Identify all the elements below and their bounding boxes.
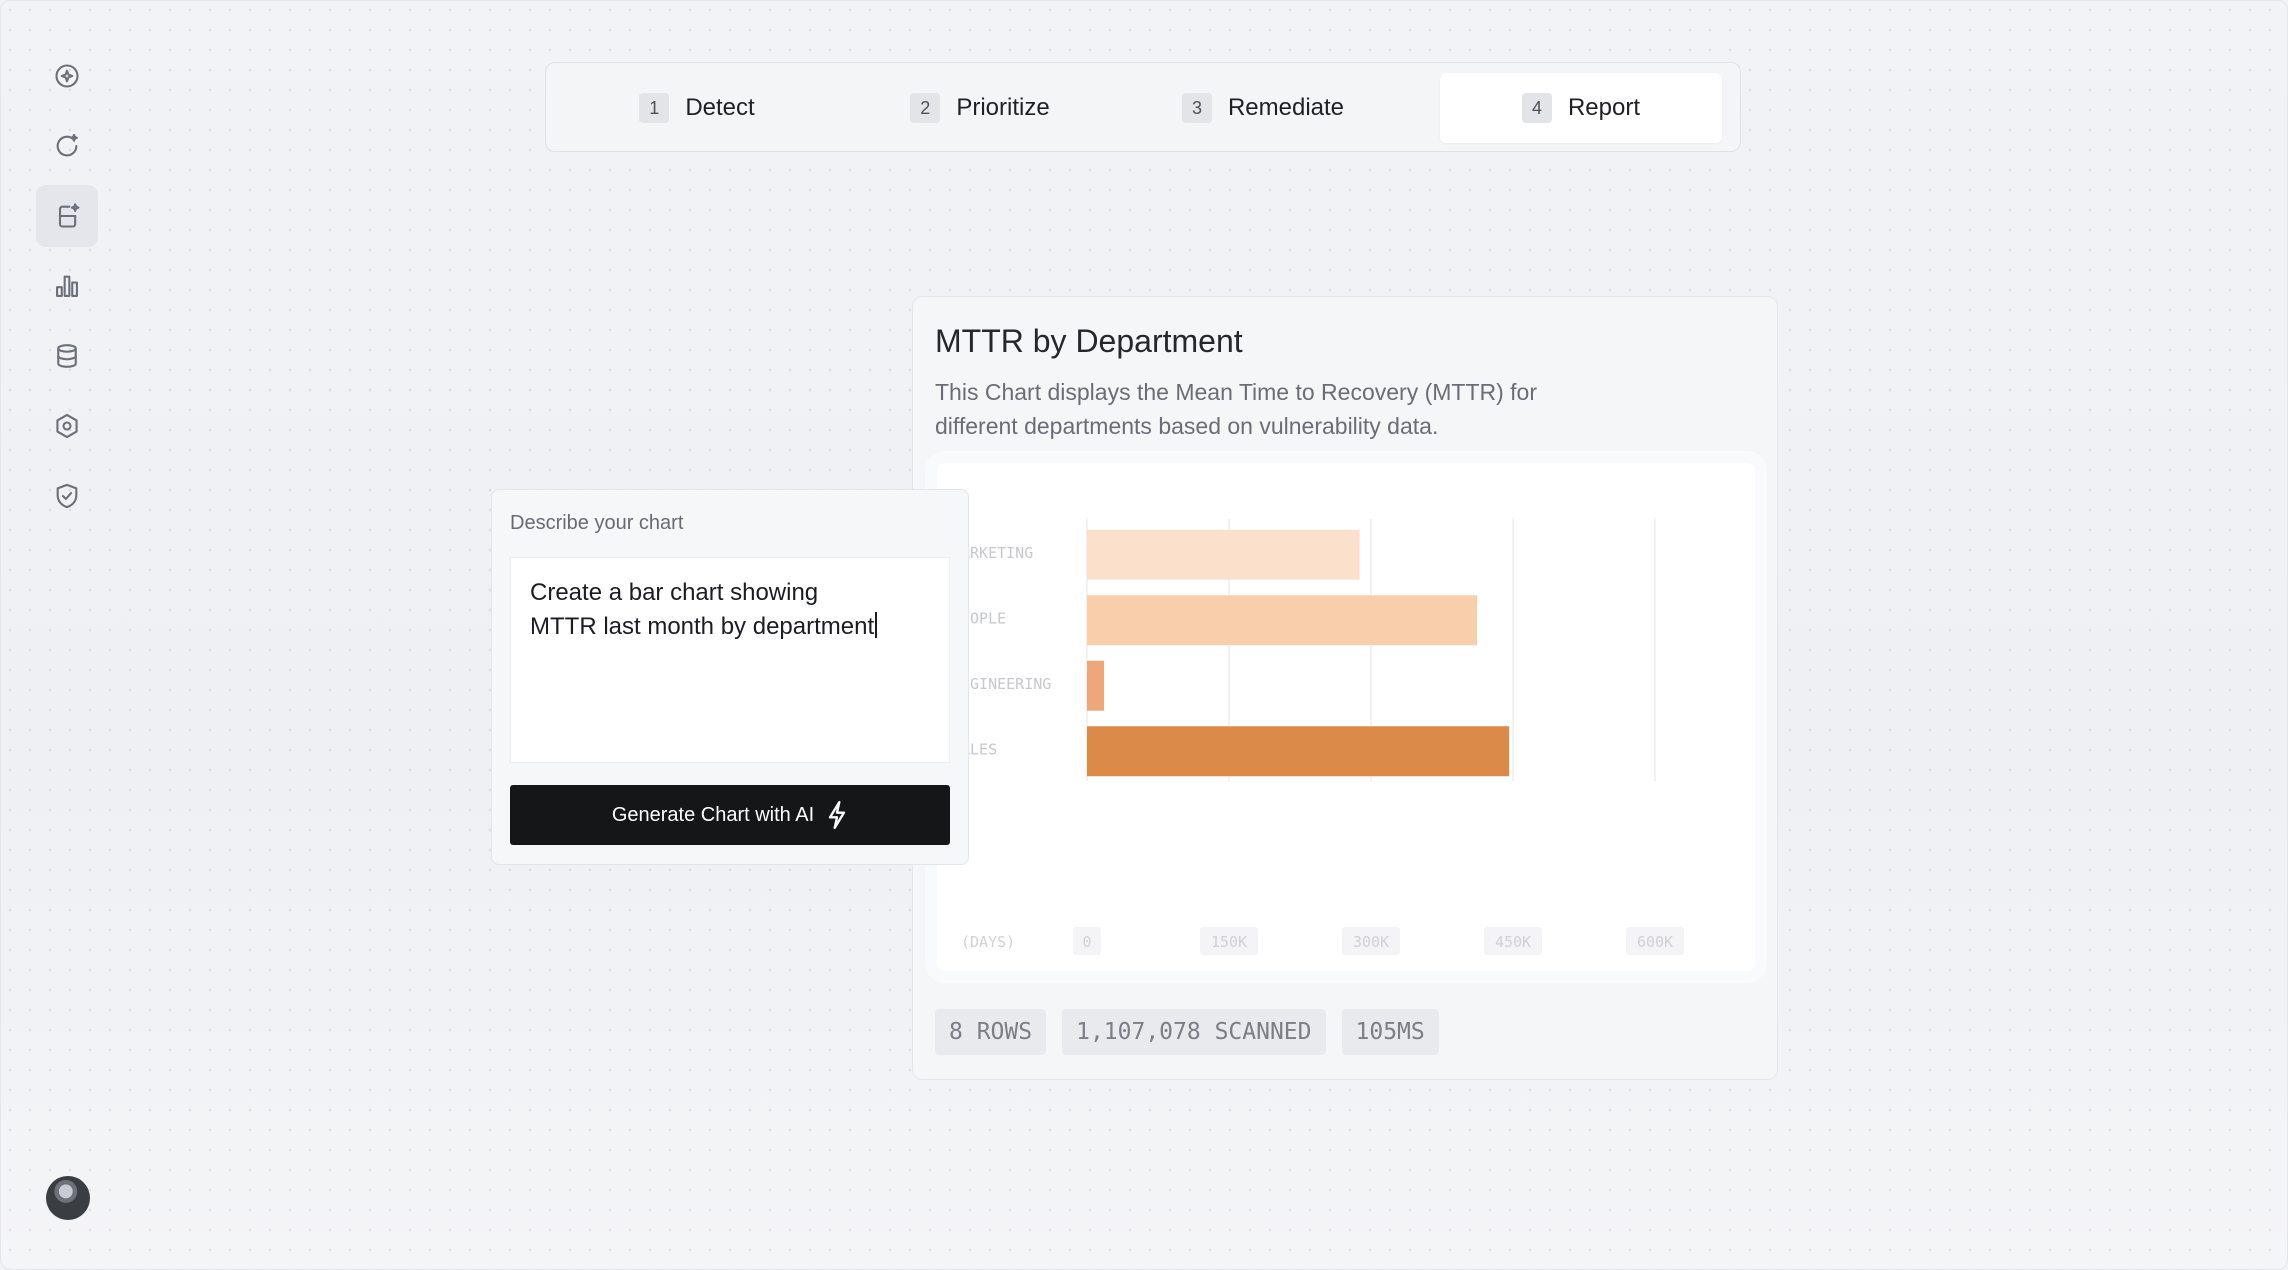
sidebar-item-settings[interactable] <box>36 395 98 457</box>
generate-button-label: Generate Chart with AI <box>611 803 815 826</box>
prompt-text: Create a bar chart showing MTTR last mon… <box>530 576 930 644</box>
x-tick-label: 450K <box>1495 933 1531 951</box>
bar <box>1087 660 1105 711</box>
workflow-steps: 1 Detect 2 Prioritize 3 Remediate 4 Repo… <box>545 62 1741 152</box>
bar-chart-icon <box>56 275 78 297</box>
query-stats: 8 ROWS 1,107,078 SCANNED 105MS <box>935 1009 1439 1055</box>
sidebar-item-explore[interactable] <box>36 45 98 107</box>
step-label: Report <box>1567 94 1641 121</box>
step-label: Remediate <box>1227 94 1345 121</box>
chart-prompt-card: Describe your chart Create a bar chart s… <box>491 489 969 865</box>
bar <box>1087 726 1510 777</box>
step-number: 3 <box>1181 93 1212 123</box>
x-tick-label: 300K <box>1353 933 1389 951</box>
step-label: Detect <box>685 94 755 121</box>
shield-check-icon <box>56 483 78 509</box>
step-number: 1 <box>639 93 670 123</box>
prompt-label: Describe your chart <box>510 512 684 534</box>
chart-description-input[interactable]: Create a bar chart showing MTTR last mon… <box>510 557 950 763</box>
refresh-sparkle-icon <box>56 133 78 157</box>
database-icon <box>57 344 77 368</box>
step-number: 2 <box>910 93 941 123</box>
sidebar <box>36 45 98 535</box>
generate-chart-button[interactable]: Generate Chart with AI <box>510 785 950 845</box>
chart-description: This Chart displays the Mean Time to Rec… <box>935 379 1537 439</box>
chart-title: MTTR by Department <box>935 323 1243 359</box>
category-label: ARKETING <box>961 544 1033 562</box>
sidebar-item-analytics[interactable] <box>36 255 98 317</box>
step-prioritize[interactable]: 2 Prioritize <box>839 73 1121 143</box>
avatar[interactable] <box>46 1176 90 1220</box>
sparkle-ball-icon <box>55 64 79 88</box>
bar <box>1087 529 1360 580</box>
chart-card: MTTR by Department This Chart displays t… <box>912 296 1778 1080</box>
step-number: 4 <box>1521 93 1552 123</box>
sidebar-item-data[interactable] <box>36 325 98 387</box>
chart-panel: ARKETING EOPLE NGINEERING ALES (DAYS) 0 150K 30… <box>937 463 1755 971</box>
sidebar-item-reports[interactable] <box>36 185 98 247</box>
x-tick-label: 600K <box>1637 933 1673 951</box>
scanned-stat: 1,107,078 SCANNED <box>1062 1009 1326 1055</box>
x-axis-label: (DAYS) <box>961 933 1015 951</box>
step-remediate[interactable]: 3 Remediate <box>1122 73 1404 143</box>
document-sparkle-icon <box>58 203 80 228</box>
category-label: NGINEERING <box>961 675 1051 693</box>
step-report[interactable]: 4 Report <box>1440 73 1722 143</box>
step-detect[interactable]: 1 Detect <box>556 73 838 143</box>
x-tick-label: 0 <box>1082 933 1091 951</box>
bar <box>1087 595 1478 646</box>
prompt-value: Create a bar chart showing MTTR last mon… <box>530 579 875 640</box>
bar-chart: ARKETINGEOPLENGINEERINGALES(DAYS) 0 150K 30… <box>961 519 1684 955</box>
step-label: Prioritize <box>956 94 1050 121</box>
x-tick-label: 150K <box>1211 933 1247 951</box>
rows-stat: 8 ROWS <box>935 1009 1047 1055</box>
hexagon-settings-icon <box>56 413 78 439</box>
duration-stat: 105MS <box>1341 1009 1439 1055</box>
sidebar-item-refresh[interactable] <box>36 115 98 177</box>
lightning-icon <box>828 801 846 829</box>
text-caret <box>875 612 878 638</box>
sidebar-item-security[interactable] <box>36 465 98 527</box>
